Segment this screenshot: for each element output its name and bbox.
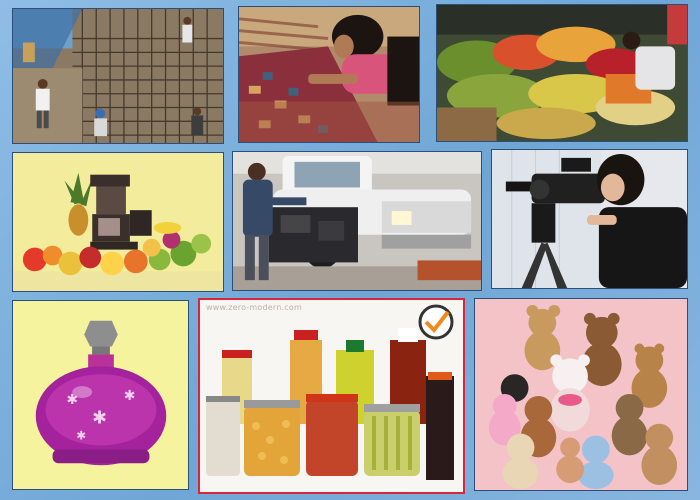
svg-text:✱: ✱	[124, 388, 136, 404]
watermark-text: www.zero-modern.com	[206, 303, 302, 312]
mechanic-truck-photo	[232, 151, 482, 291]
svg-text:✱: ✱	[92, 408, 107, 429]
perfume-bottle-photo: ✱ ✱ ✱ ✱	[12, 300, 189, 490]
weaver-photo	[238, 6, 420, 143]
fruit-market-photo	[436, 4, 688, 142]
teddy-bears-photo	[474, 298, 688, 491]
construction-site-photo	[12, 8, 224, 144]
camera-operator-photo	[491, 149, 688, 289]
collage: ✱ ✱ ✱ ✱ www.zero-modern.com	[0, 0, 700, 500]
svg-text:✱: ✱	[76, 429, 86, 443]
juicer-fruit-photo	[12, 152, 224, 292]
preserves-sauces-photo: www.zero-modern.com	[198, 298, 465, 494]
